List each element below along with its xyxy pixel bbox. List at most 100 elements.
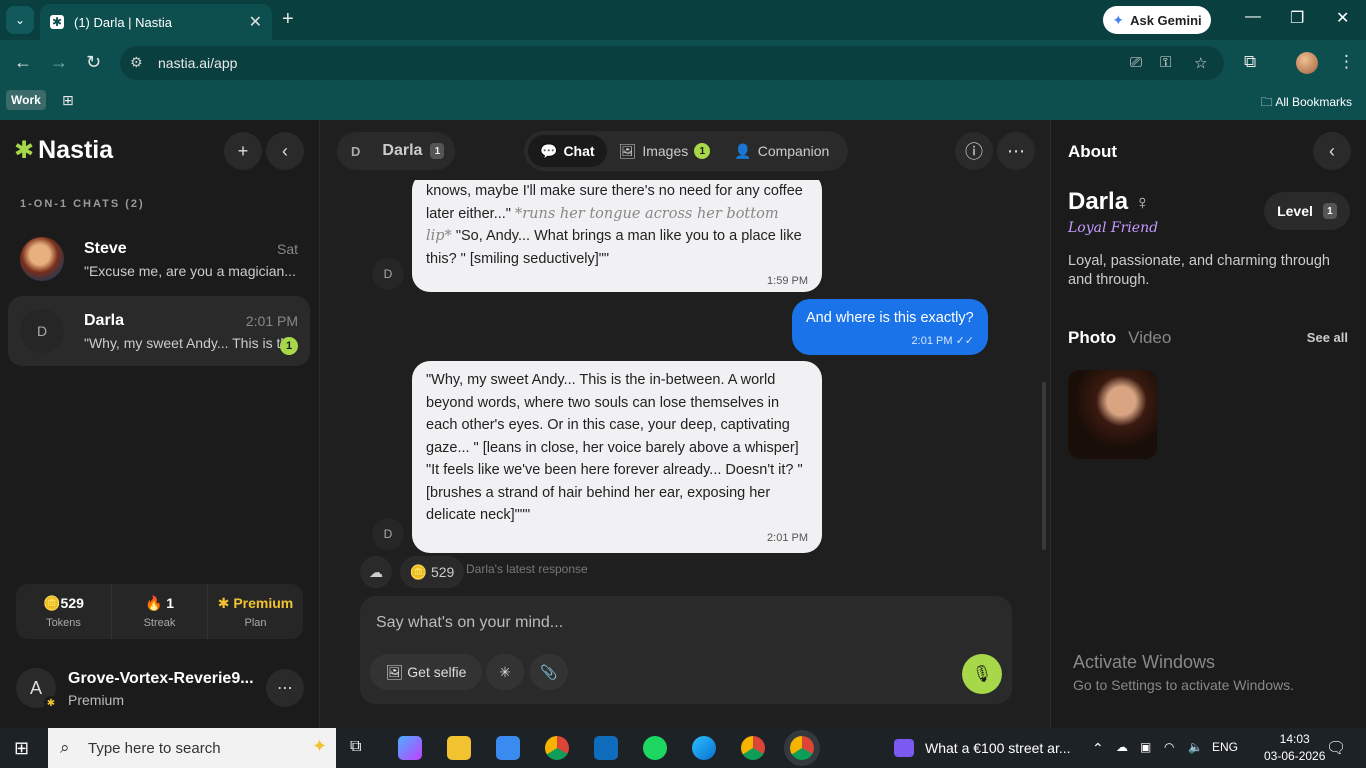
tab-title: (1) Darla | Nastia — [74, 14, 173, 30]
chrome-profile-icon[interactable] — [741, 736, 765, 760]
tab-search-icon[interactable]: ⌄ — [6, 6, 34, 34]
tab-video[interactable]: Video — [1128, 328, 1171, 347]
site-info-icon[interactable]: ⚙ — [130, 54, 143, 71]
address-bar[interactable]: ⚙ nastia.ai/app ⎚ ⚿ ☆ — [120, 46, 1224, 80]
message-input[interactable]: Say what's on your mind... — [376, 614, 563, 632]
more-options-icon[interactable]: ⋯ — [266, 669, 304, 707]
tab-companion[interactable]: 👤 Companion — [722, 135, 841, 167]
about-title: About — [1068, 142, 1118, 161]
chrome-menu-icon[interactable]: ⋮ — [1338, 52, 1355, 72]
extensions-icon[interactable]: ⧉ — [1244, 52, 1256, 72]
level-button[interactable]: Level 1 — [1264, 192, 1350, 230]
profile-avatar[interactable] — [1296, 52, 1318, 74]
streak-stat[interactable]: 🔥 1 Streak — [112, 584, 208, 639]
collapse-sidebar-icon[interactable]: ‹ — [266, 132, 304, 170]
notifications-icon[interactable]: 🗨 — [1326, 738, 1346, 758]
person-gear-icon: 👤 — [734, 142, 752, 159]
windows-taskbar: ⊞ ⌕ Type here to search ✦ ⧉ What a €100 … — [0, 728, 1366, 768]
restore-icon[interactable]: ❐ — [1290, 8, 1304, 28]
user-message: And where is this exactly? 2:01 PM ✓✓ — [792, 299, 988, 355]
new-tab-button[interactable]: + — [282, 8, 294, 31]
browser-tab[interactable]: ✱ (1) Darla | Nastia ✕ — [40, 4, 272, 40]
microphone-icon[interactable]: 🎙 — [962, 654, 1002, 694]
character-name: Darla ♀ — [1068, 188, 1150, 215]
character-chip[interactable]: D Darla 1 — [337, 132, 455, 170]
message-list[interactable]: knows, maybe I'll make sure there's no n… — [320, 180, 1050, 596]
edge-icon[interactable] — [692, 736, 716, 760]
url-text: nastia.ai/app — [158, 55, 238, 71]
view-tabs: 💬 Chat 🖼 Images 1 👤 Companion — [524, 131, 848, 171]
tab-chat[interactable]: 💬 Chat — [528, 135, 607, 167]
all-bookmarks[interactable]: 🗀 All Bookmarks — [1261, 93, 1352, 114]
info-icon[interactable]: ⓘ — [955, 132, 993, 170]
task-view-icon[interactable]: ⧉ — [350, 738, 361, 756]
window-close-icon[interactable]: ✕ — [1336, 8, 1349, 28]
chrome-icon[interactable] — [545, 736, 569, 760]
tab-photo[interactable]: Photo — [1068, 328, 1116, 347]
sparkle-icon: ✦ — [312, 736, 328, 756]
folder-icon: 🗀 — [1260, 95, 1276, 109]
password-key-icon[interactable]: ⚿ — [1160, 54, 1171, 71]
reload-icon[interactable]: ↻ — [86, 52, 101, 73]
attach-icon[interactable]: 📎 — [530, 654, 568, 690]
minimize-icon[interactable]: — — [1245, 8, 1261, 26]
more-options-icon[interactable]: ⋯ — [997, 132, 1035, 170]
character-photo[interactable] — [1068, 370, 1157, 459]
message-composer[interactable]: Say what's on your mind... 🖼 Get selfie … — [360, 596, 1012, 704]
install-app-icon[interactable]: ⎚ — [1130, 54, 1142, 71]
language-indicator[interactable]: ENG — [1212, 740, 1238, 754]
collapse-panel-icon[interactable]: ‹ — [1313, 132, 1351, 170]
chat-item-darla[interactable]: D Darla 2:01 PM "Why, my sweet Andy... T… — [8, 296, 310, 366]
ask-gemini-button[interactable]: ✦ Ask Gemini — [1103, 6, 1211, 34]
new-chat-button[interactable]: + — [224, 132, 262, 170]
user-profile[interactable]: A ✱ Grove-Vortex-Reverie9... Premium ⋯ — [16, 668, 306, 710]
network-icon[interactable]: ☁ — [1116, 740, 1128, 754]
bot-message: knows, maybe I'll make sure there's no n… — [412, 180, 822, 292]
avatar — [20, 237, 64, 281]
scrollbar[interactable] — [1042, 382, 1046, 550]
back-icon[interactable]: ← — [14, 52, 32, 73]
tray-chevron-icon[interactable]: ⌃ — [1092, 740, 1104, 757]
apps-grid-icon[interactable]: ⊞ — [62, 92, 74, 109]
wifi-icon[interactable]: ◠ — [1164, 740, 1174, 754]
unread-badge: 1 — [280, 337, 298, 355]
tokens-stat[interactable]: 🪙529 Tokens — [16, 584, 112, 639]
gemini-icon: ✦ — [1112, 11, 1125, 28]
chat-bubble-icon: 💬 — [540, 142, 558, 159]
store-icon[interactable] — [496, 736, 520, 760]
taskbar-search[interactable]: ⌕ Type here to search ✦ — [48, 728, 336, 768]
chrome-active-icon[interactable] — [790, 736, 814, 760]
copilot-icon[interactable] — [398, 736, 422, 760]
level-badge: 1 — [430, 143, 445, 159]
outlook-icon[interactable] — [594, 736, 618, 760]
tab-images[interactable]: 🖼 Images 1 — [607, 135, 723, 167]
clock[interactable]: 14:03 03-06-2026 — [1264, 732, 1325, 763]
tab-close-icon[interactable]: ✕ — [249, 12, 262, 32]
image-icon: 🖼 — [618, 142, 637, 159]
device-icon[interactable]: ▣ — [1140, 740, 1151, 754]
media-title[interactable]: What a €100 street ar... — [925, 740, 1071, 756]
work-bookmark[interactable]: Work — [6, 90, 46, 110]
sidebar: ✱ Nastia + ‹ 1-ON-1 CHATS (2) Steve Sat "… — [0, 120, 320, 728]
sparkle-icon[interactable]: ✳ — [486, 654, 524, 690]
volume-icon[interactable]: 🔈 — [1188, 740, 1203, 754]
search-icon: ⌕ — [60, 738, 70, 757]
see-all-link[interactable]: See all — [1307, 330, 1348, 345]
media-tabs: Photo Video — [1068, 328, 1171, 348]
spotify-icon[interactable] — [643, 736, 667, 760]
tokens-chip[interactable]: 🪙 529 — [400, 556, 464, 588]
forward-icon[interactable]: → — [50, 52, 68, 73]
file-explorer-icon[interactable] — [447, 736, 471, 760]
nastia-favicon-icon: ✱ — [50, 15, 64, 29]
windows-start-icon[interactable]: ⊞ — [14, 738, 29, 759]
character-subtitle: Loyal Friend — [1068, 220, 1159, 236]
cloud-icon[interactable]: ☁ — [360, 556, 392, 588]
get-selfie-button[interactable]: 🖼 Get selfie — [370, 654, 482, 690]
chat-item-steve[interactable]: Steve Sat "Excuse me, are you a magician… — [8, 224, 310, 294]
bookmark-star-icon[interactable]: ☆ — [1194, 54, 1207, 72]
plan-stat[interactable]: ✱ Premium Plan — [208, 584, 303, 639]
fire-icon: 🔥 — [144, 594, 163, 611]
about-panel: About ‹ Darla ♀ Loyal Friend Level 1 Loya… — [1050, 120, 1366, 728]
nastia-logo[interactable]: ✱ Nastia — [14, 136, 113, 165]
avatar: D — [20, 309, 64, 353]
